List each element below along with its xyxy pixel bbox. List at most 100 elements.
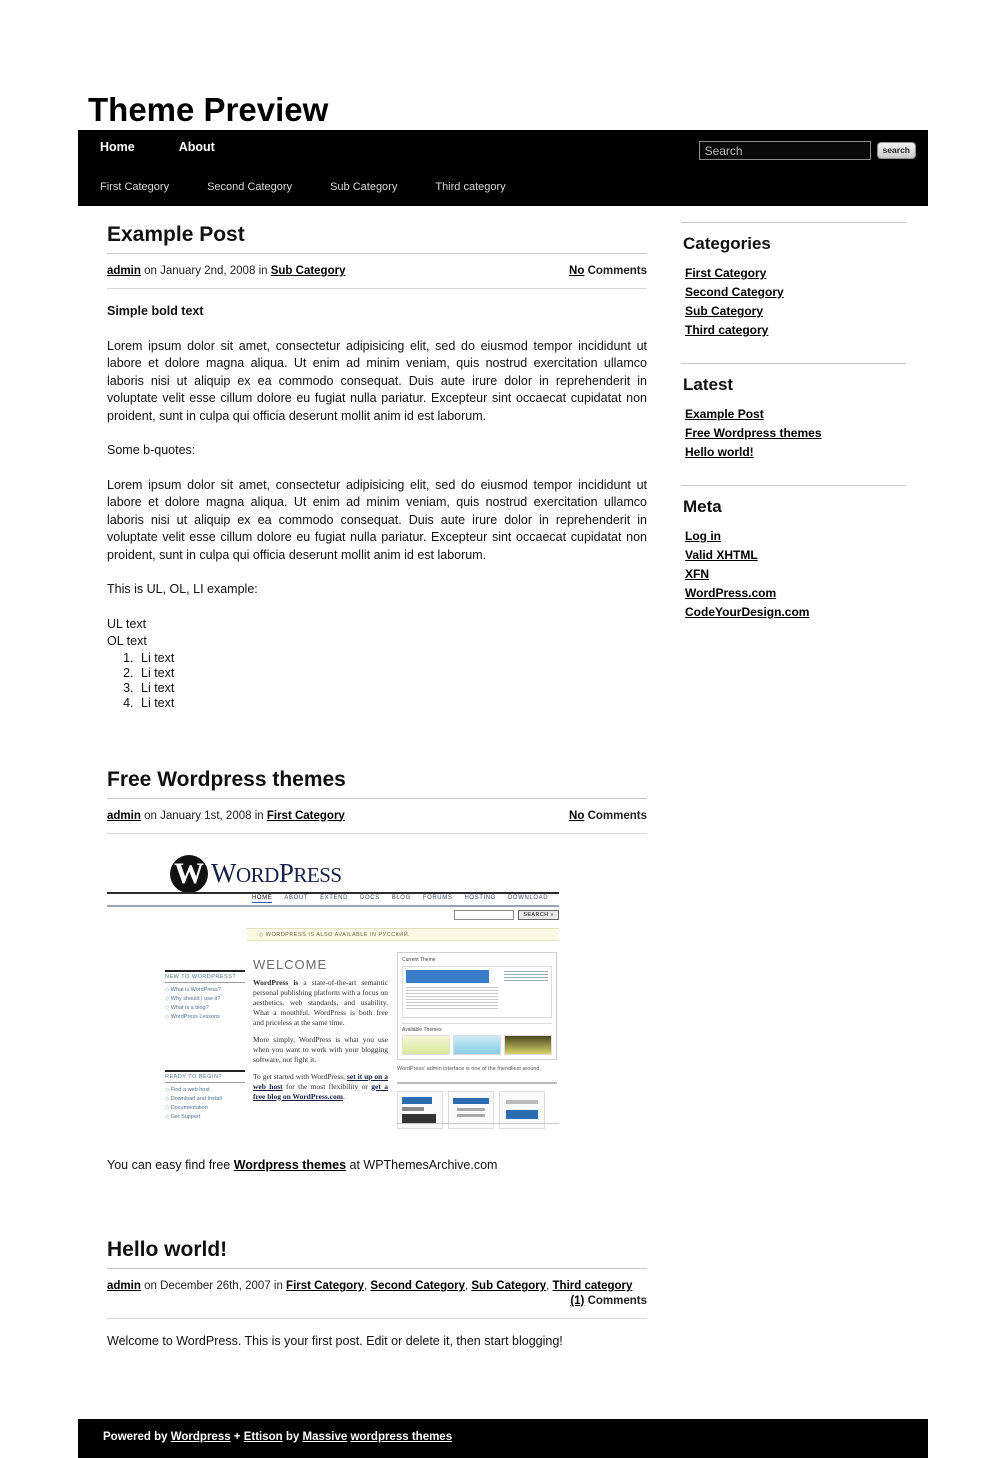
widget-categories: Categories First Category Second Categor… (681, 222, 906, 338)
post-spacer (107, 721, 647, 767)
search-form: search (698, 141, 916, 160)
sidebar-item-example-post[interactable]: Example Post (685, 407, 764, 421)
wp-left-link: Download and Install (165, 1095, 245, 1104)
wm-w: W (211, 857, 236, 888)
list-item: Log in (685, 528, 906, 544)
post-date: January 2nd, 2008 (160, 265, 256, 277)
nav-item-third-category[interactable]: Third category (435, 181, 505, 193)
page-title: Theme Preview (88, 91, 329, 129)
footer-bar: Powered by Wordpress + Ettison by Massiv… (78, 1419, 928, 1458)
post-comments-link[interactable]: (1) Comments (107, 1294, 647, 1309)
list-item: CodeYourDesign.com (685, 604, 906, 620)
search-button[interactable]: search (876, 142, 916, 159)
widget-title: Categories (681, 222, 906, 257)
comments-count-link[interactable]: (1) (570, 1295, 584, 1307)
list-item: Hello world! (685, 444, 906, 460)
post-category-link[interactable]: Sub Category (471, 1280, 546, 1292)
sidebar-item-xfn[interactable]: XFN (685, 567, 709, 581)
sidebar-item-valid-xhtml[interactable]: Valid XHTML (685, 548, 758, 562)
post-category-link[interactable]: First Category (267, 810, 345, 822)
sidebar-item-free-wordpress-themes[interactable]: Free Wordpress themes (685, 426, 822, 440)
footer-link-ettison[interactable]: Ettison (244, 1431, 283, 1443)
wp-panel-caption: WordPress' admin interface is one of the… (397, 1065, 542, 1072)
post-body: W WORDPRESS HOME ABOUT EXTEND DOCS BLOG FORUM… (107, 834, 647, 1175)
sidebar-item-sub-category[interactable]: Sub Category (685, 304, 763, 318)
post-image-caption: You can easy find free Wordpress themes … (107, 1157, 647, 1175)
comments-label: Comments (584, 809, 647, 822)
sidebar: Categories First Category Second Categor… (681, 222, 906, 645)
wp-left-link: Find a web host (165, 1086, 245, 1095)
post-category-link[interactable]: Sub Category (271, 265, 346, 277)
post-comments-link[interactable]: No Comments (569, 809, 647, 824)
sidebar-item-first-category[interactable]: First Category (685, 266, 766, 280)
wp-search-form: SEARCH » (454, 909, 559, 920)
wp-p3-pre: To get started with WordPress, (253, 1071, 347, 1081)
nav-item-second-category[interactable]: Second Category (207, 181, 292, 193)
footer-link-massive[interactable]: Massive (303, 1431, 348, 1443)
footer-by: by (282, 1431, 303, 1443)
post-author-link[interactable]: admin (107, 1280, 141, 1292)
caption-link[interactable]: Wordpress themes (234, 1158, 346, 1172)
post-category-link[interactable]: First Category (286, 1280, 364, 1292)
post-title: Free Wordpress themes (107, 767, 647, 799)
post-body: Welcome to WordPress. This is your first… (107, 1319, 647, 1351)
footer-link-wordpress[interactable]: Wordpress (171, 1431, 231, 1443)
list-item: Second Category (685, 284, 906, 300)
widget-title: Latest (681, 363, 906, 398)
post-author-link[interactable]: admin (107, 265, 141, 277)
comments-count-link[interactable]: No (569, 265, 584, 277)
post-title: Hello world! (107, 1237, 647, 1269)
comments-count-link[interactable]: No (569, 810, 584, 822)
meta-in-word: in (254, 809, 264, 822)
meta-in-word: in (273, 1280, 283, 1292)
list-item: XFN (685, 566, 906, 582)
footer-link-wordpress-themes[interactable]: wordpress themes (350, 1431, 452, 1443)
sidebar-item-log-in[interactable]: Log in (685, 529, 721, 543)
sidebar-item-third-category[interactable]: Third category (685, 323, 768, 337)
post-comments-link[interactable]: No Comments (569, 264, 647, 279)
wp-thumb-header (406, 969, 489, 983)
wp-nav-extend: EXTEND (320, 894, 349, 901)
wp-left-link: Documentation (165, 1104, 245, 1113)
meta-on-word: on (144, 1280, 157, 1292)
wp-left-link: Why should I use it? (165, 995, 245, 1004)
post-title-link[interactable]: Example Post (107, 223, 245, 246)
wp-nav-blog: BLOG (391, 894, 411, 901)
wp-welcome-p2: More simply, WordPress is what you use w… (253, 1034, 388, 1064)
wp-left-header-2: READY TO BEGIN? (165, 1069, 245, 1083)
post-body: Simple bold text Lorem ipsum dolor sit a… (107, 289, 647, 711)
sidebar-item-codeyourdesign-com[interactable]: CodeYourDesign.com (685, 605, 809, 619)
widget-meta: Meta Log in Valid XHTML XFN WordPress.co… (681, 485, 906, 620)
post-free-wordpress-themes: Free Wordpress themes No Comments admin … (107, 767, 647, 1175)
nav-item-first-category[interactable]: First Category (100, 181, 169, 193)
post-paragraph-1: Welcome to WordPress. This is your first… (107, 1334, 563, 1348)
post-category-link[interactable]: Second Category (370, 1280, 465, 1292)
nav-item-home[interactable]: Home (100, 140, 135, 154)
wordpress-wordmark: WORDPRESS (211, 858, 342, 889)
list-item: Sub Category (685, 303, 906, 319)
post-meta: No Comments admin on January 1st, 2008 i… (107, 799, 647, 834)
wp-language-banner: ◇ WORDPRESS IS ALSO AVAILABLE IN РУССКИЙ… (247, 927, 559, 941)
sidebar-item-hello-world[interactable]: Hello world! (685, 445, 754, 459)
search-input[interactable] (698, 141, 871, 160)
widget-latest: Latest Example Post Free Wordpress theme… (681, 363, 906, 460)
post-example-post: Example Post No Comments admin on Januar… (107, 222, 647, 711)
post-category-link[interactable]: Third category (553, 1280, 633, 1292)
list-item: First Category (685, 265, 906, 281)
wp-search-button: SEARCH » (518, 909, 559, 920)
wm-ress: RESS (293, 862, 342, 887)
sidebar-item-second-category[interactable]: Second Category (685, 285, 784, 299)
post-byline: admin on January 2nd, 2008 in Sub Catego… (107, 265, 345, 277)
post-title-link[interactable]: Hello world! (107, 1238, 227, 1261)
nav-item-about[interactable]: About (179, 140, 215, 154)
sidebar-item-wordpress-com[interactable]: WordPress.com (685, 586, 776, 600)
post-author-link[interactable]: admin (107, 810, 141, 822)
nav-item-sub-category[interactable]: Sub Category (330, 181, 397, 193)
post-title: Example Post (107, 222, 647, 254)
list-item: Example Post (685, 406, 906, 422)
primary-navigation: Home About (100, 140, 259, 154)
post-title-link[interactable]: Free Wordpress themes (107, 768, 346, 791)
wp-p3-end: . (343, 1091, 345, 1101)
footer-prefix: Powered by (103, 1431, 171, 1443)
wp-rule-second (107, 904, 559, 907)
